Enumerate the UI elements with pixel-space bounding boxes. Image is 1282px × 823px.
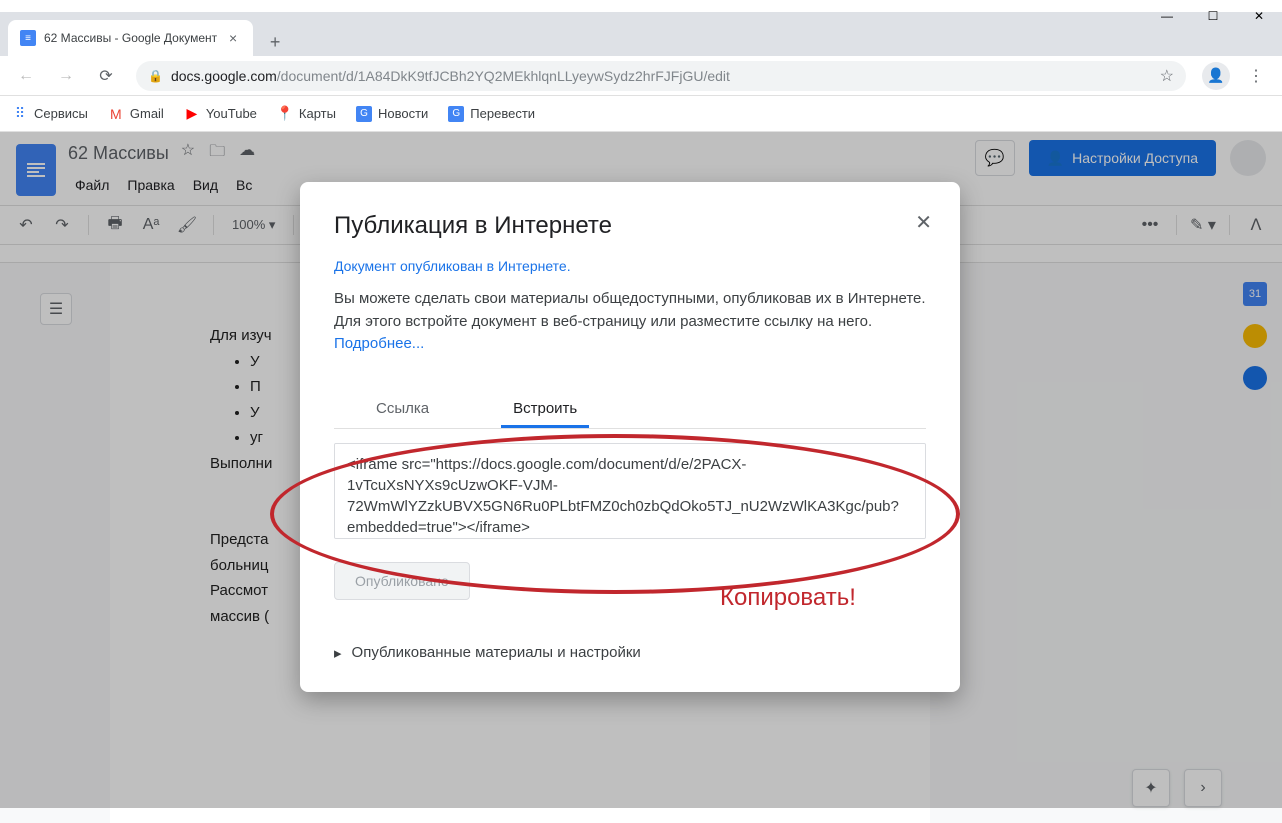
window-minimize-button[interactable]: —	[1144, 0, 1190, 32]
close-tab-icon[interactable]: ×	[225, 30, 241, 46]
dialog-title: Публикация в Интернете	[334, 212, 926, 240]
bookmark-gmail[interactable]: MGmail	[108, 106, 164, 122]
window-close-button[interactable]: ✕	[1236, 0, 1282, 32]
forward-button[interactable]: →	[48, 58, 84, 94]
tab-embed[interactable]: Встроить	[501, 392, 589, 428]
new-tab-button[interactable]: +	[261, 28, 289, 56]
bookmarks-bar: ⠿Сервисы MGmail ▶YouTube 📍Карты GНовости…	[0, 96, 1282, 132]
browser-menu-button[interactable]: ⋮	[1238, 58, 1274, 94]
back-button[interactable]: ←	[8, 58, 44, 94]
window-maximize-button[interactable]: ☐	[1190, 0, 1236, 32]
bookmark-news[interactable]: GНовости	[356, 106, 428, 122]
profile-avatar[interactable]: 👤	[1202, 62, 1230, 90]
dialog-description: Вы можете сделать свои материалы общедос…	[334, 288, 926, 356]
publish-dialog: Публикация в Интернете ✕ Документ опубли…	[300, 182, 960, 692]
bookmark-star-icon[interactable]: ☆	[1160, 66, 1174, 86]
tab-title: 62 Массивы - Google Документ	[44, 31, 217, 45]
url-text: docs.google.com/document/d/1A84DkK9tfJCB…	[171, 68, 730, 84]
bookmark-translate[interactable]: GПеревести	[448, 106, 535, 122]
dialog-subtitle: Документ опубликован в Интернете.	[334, 258, 926, 274]
embed-code-textarea[interactable]	[334, 443, 926, 539]
reload-button[interactable]: ⟳	[88, 58, 124, 94]
learn-more-link[interactable]: Подробнее...	[334, 335, 424, 352]
chevron-right-icon: ▸	[334, 644, 342, 662]
bookmark-youtube[interactable]: ▶YouTube	[184, 106, 257, 122]
tab-link[interactable]: Ссылка	[364, 392, 441, 428]
bookmark-services[interactable]: ⠿Сервисы	[12, 106, 88, 122]
dialog-footer-label: Опубликованные материалы и настройки	[352, 644, 641, 661]
close-dialog-button[interactable]: ✕	[915, 210, 932, 235]
dialog-tabs: Ссылка Встроить	[334, 392, 926, 429]
docs-favicon-icon: ≡	[20, 30, 36, 46]
dialog-settings-toggle[interactable]: ▸ Опубликованные материалы и настройки	[334, 644, 926, 662]
browser-tab[interactable]: ≡ 62 Массивы - Google Документ ×	[8, 20, 253, 56]
browser-tabstrip: ≡ 62 Массивы - Google Документ × + — ☐ ✕	[0, 12, 1282, 56]
published-button[interactable]: Опубликовано	[334, 562, 470, 600]
address-bar: ← → ⟳ 🔒 docs.google.com/document/d/1A84D…	[0, 56, 1282, 96]
lock-icon: 🔒	[148, 69, 163, 83]
bookmark-maps[interactable]: 📍Карты	[277, 106, 336, 122]
url-input[interactable]: 🔒 docs.google.com/document/d/1A84DkK9tfJ…	[136, 61, 1186, 91]
